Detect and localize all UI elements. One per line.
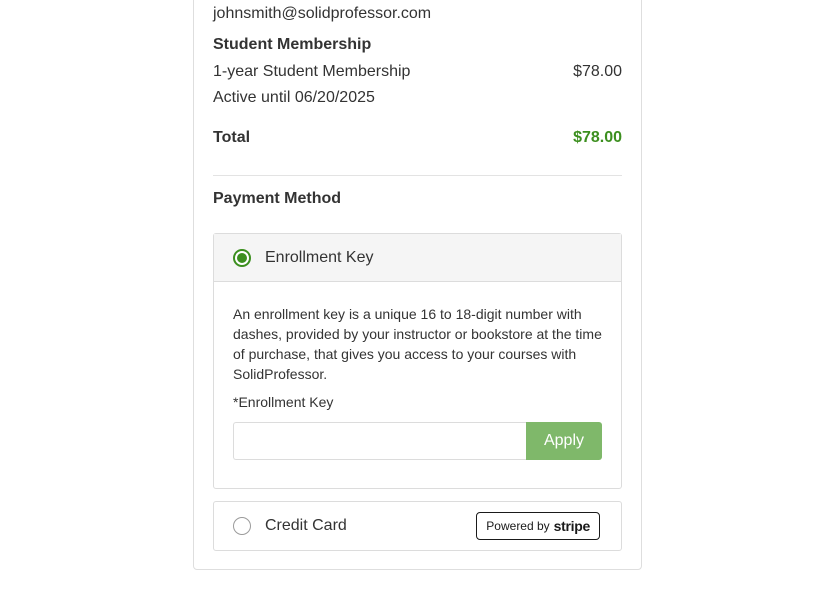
membership-title: Student Membership: [213, 36, 372, 53]
enrollment-key-input[interactable]: [233, 422, 526, 460]
divider: [213, 175, 622, 176]
apply-button[interactable]: Apply: [526, 422, 602, 460]
enrollment-key-option[interactable]: Enrollment Key: [214, 234, 621, 282]
order-line-item: 1-year Student Membership $78.00: [213, 63, 622, 81]
checkout-card: johnsmith@solidprofessor.com Student Mem…: [193, 0, 642, 570]
total-label: Total: [213, 129, 251, 146]
credit-card-option[interactable]: Credit Card Powered by stripe: [213, 501, 622, 551]
powered-by-stripe-badge: Powered by stripe: [476, 512, 600, 540]
item-name: 1-year Student Membership: [213, 63, 411, 80]
item-price: $78.00: [573, 63, 622, 80]
enrollment-key-description: An enrollment key is a unique 16 to 18-d…: [233, 306, 602, 382]
enrollment-key-field-label: *Enrollment Key: [233, 394, 334, 410]
enrollment-key-panel: Enrollment Key An enrollment key is a un…: [213, 233, 622, 489]
enrollment-key-radio[interactable]: [233, 248, 251, 267]
enrollment-key-label: Enrollment Key: [265, 248, 374, 266]
stripe-logo: stripe: [553, 518, 591, 534]
credit-card-radio[interactable]: [233, 517, 251, 535]
active-until: Active until 06/20/2025: [213, 89, 375, 106]
credit-card-label: Credit Card: [265, 517, 347, 534]
account-email: johnsmith@solidprofessor.com: [213, 5, 432, 22]
enrollment-key-row: Apply: [233, 422, 602, 460]
total-amount: $78.00: [573, 129, 622, 146]
badge-prefix: Powered by: [486, 519, 550, 533]
total-row: Total $78.00: [213, 129, 622, 147]
radio-dot: [237, 252, 247, 263]
payment-method-title: Payment Method: [213, 190, 342, 207]
